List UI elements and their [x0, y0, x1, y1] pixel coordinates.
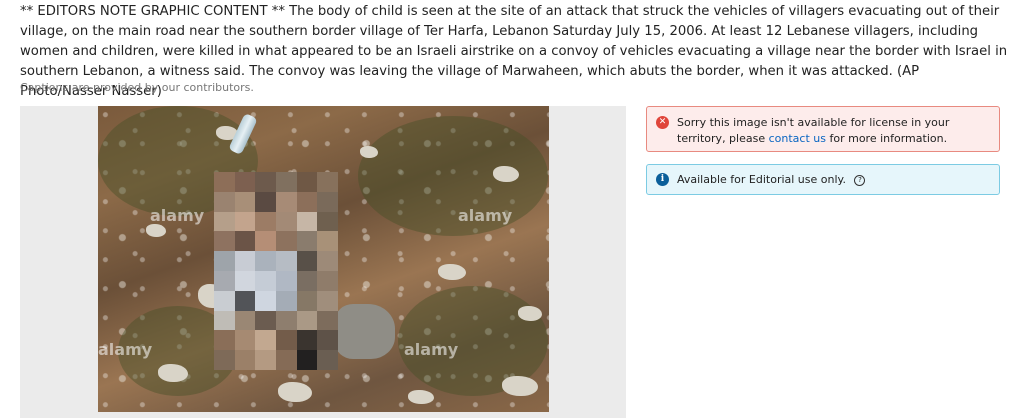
concrete-slab [335, 304, 395, 359]
watermark: alamy [150, 206, 205, 225]
watermark: alamy [404, 340, 459, 359]
x-circle-icon: ✕ [656, 116, 669, 129]
question-circle-icon[interactable]: ? [854, 175, 866, 186]
alert-text-end: for more information. [825, 132, 948, 145]
image-preview-frame: alamy alamy alamy alamy [20, 106, 626, 418]
contact-us-link[interactable]: contact us [769, 132, 826, 145]
editorial-use-alert: i Available for Editorial use only. ? [646, 164, 1000, 195]
info-text: Available for Editorial use only. [677, 173, 846, 186]
watermark: alamy [458, 206, 513, 225]
preview-photo: alamy alamy alamy alamy [98, 106, 549, 412]
contributors-note: Captions are provided by our contributor… [20, 81, 254, 94]
watermark: alamy [98, 340, 153, 359]
info-circle-icon: i [656, 173, 669, 186]
censored-pixelation [214, 172, 338, 370]
license-unavailable-alert: ✕ Sorry this image isn't available for l… [646, 106, 1000, 152]
